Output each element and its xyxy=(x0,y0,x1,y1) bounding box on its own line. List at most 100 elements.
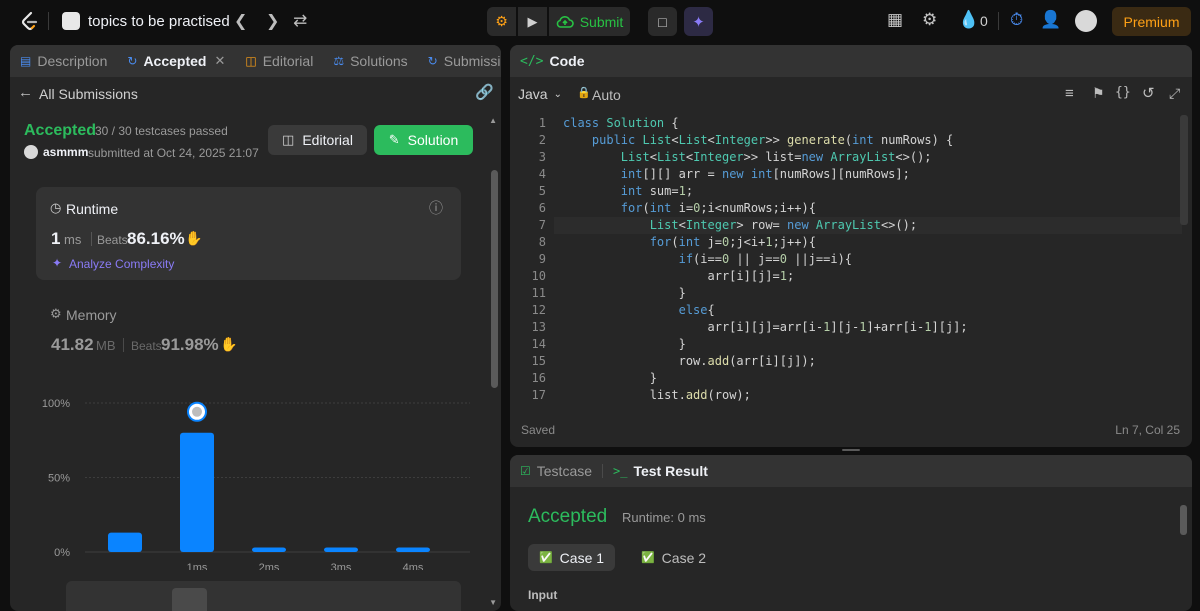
editorial-button[interactable]: ◫ Editorial xyxy=(268,125,367,155)
tab-solutions[interactable]: ⚖ Solutions xyxy=(323,45,417,77)
memory-beats-label: Beats xyxy=(131,339,162,353)
y-tick-label: 50% xyxy=(48,473,70,485)
next-problem-icon[interactable]: ❯ xyxy=(266,11,279,31)
tab-description[interactable]: ▤ Description xyxy=(10,45,117,77)
topbar-divider xyxy=(48,12,49,30)
tab-accepted[interactable]: ↻ Accepted ✕ xyxy=(117,45,235,77)
x-tick-label: 1ms xyxy=(187,562,208,570)
resize-handle[interactable] xyxy=(842,449,860,451)
code-text: row.add(arr[i][j]); xyxy=(563,354,816,368)
layout-icon[interactable]: ▦ xyxy=(887,10,903,30)
code-line[interactable]: 2 public List<List<Integer>> generate(in… xyxy=(510,132,1192,149)
runtime-card[interactable]: ◷ Runtime ⓘ 1 ms Beats 86.16% ✋ ✦ Analyz… xyxy=(36,187,461,280)
playlist-icon[interactable] xyxy=(62,12,80,30)
test-scrollbar[interactable] xyxy=(1180,505,1187,535)
code-line[interactable]: 11 } xyxy=(510,285,1192,302)
fire-icon[interactable]: 💧 xyxy=(958,10,979,30)
run-button[interactable]: ▶ xyxy=(518,7,547,36)
code-line[interactable]: 8 for(int j=0;j<i+1;j++){ xyxy=(510,234,1192,251)
code-line[interactable]: 7 List<Integer> row= new ArrayList<>(); xyxy=(510,217,1192,234)
top-bar: topics to be practised ❮ ❯ ⇄ ⚙ ▶ Submit … xyxy=(0,0,1200,42)
line-number: 7 xyxy=(538,218,546,232)
avatar[interactable] xyxy=(1075,10,1097,32)
runtime-distribution-chart: 100% 50% 0% 1ms 2ms 3ms 4ms xyxy=(42,398,470,570)
code-line[interactable]: 4 int[][] arr = new int[numRows][numRows… xyxy=(510,166,1192,183)
code-text: arr[i][j]=arr[i-1][j-1]+arr[i-1][j]; xyxy=(563,320,968,334)
timer-icon[interactable]: ⏱ xyxy=(1010,10,1023,30)
scroll-up-icon[interactable]: ▲ xyxy=(489,116,497,125)
debugger-button[interactable]: ⚙ xyxy=(487,7,516,36)
prev-problem-icon[interactable]: ❮ xyxy=(234,11,247,31)
code-line[interactable]: 16 } xyxy=(510,370,1192,387)
code-line[interactable]: 17 list.add(row); xyxy=(510,387,1192,404)
analyze-complexity-link[interactable]: Analyze Complexity xyxy=(69,257,174,271)
input-label: Input xyxy=(528,588,558,602)
tab-test-result[interactable]: >_ Test Result xyxy=(603,455,718,487)
code-line[interactable]: 6 for(int i=0;i<numRows;i++){ xyxy=(510,200,1192,217)
expand-icon[interactable]: ⤢ xyxy=(1169,85,1180,102)
case-tab-1[interactable]: ✅ Case 1 xyxy=(528,544,615,571)
solution-button[interactable]: ✎ Solution xyxy=(374,125,473,155)
ai-assist-button[interactable]: ✦ xyxy=(684,7,713,36)
braces-icon[interactable]: {} xyxy=(1115,85,1131,100)
code-line[interactable]: 1 class Solution { xyxy=(510,115,1192,132)
tab-testcase[interactable]: ☑ Testcase xyxy=(510,455,602,487)
code-editor[interactable]: 1 class Solution {2 public List<List<Inte… xyxy=(510,115,1192,405)
user-avatar-marker xyxy=(192,406,202,417)
add-friend-icon[interactable]: 👤 xyxy=(1040,10,1061,30)
user-avatar xyxy=(24,145,38,159)
memory-icon: ⚙ xyxy=(50,306,62,321)
code-line[interactable]: 15 row.add(arr[i][j]); xyxy=(510,353,1192,370)
info-icon[interactable]: ⓘ xyxy=(429,198,443,218)
playlist-title[interactable]: topics to be practised xyxy=(88,13,230,30)
scroll-down-icon[interactable]: ▼ xyxy=(489,598,497,607)
editorial-button-label: Editorial xyxy=(302,132,353,148)
bookmark-icon[interactable]: ⚑ xyxy=(1092,85,1105,102)
line-number: 6 xyxy=(538,201,546,215)
case-tab-2[interactable]: ✅ Case 2 xyxy=(630,544,717,571)
notes-button[interactable]: □ xyxy=(648,7,677,36)
mode-label[interactable]: Auto xyxy=(592,87,621,103)
code-line[interactable]: 13 arr[i][j]=arr[i-1][j-1]+arr[i-1][j]; xyxy=(510,319,1192,336)
scrollbar[interactable] xyxy=(491,170,498,388)
link-icon[interactable]: 🔗 xyxy=(475,83,494,101)
tab-label: Test Result xyxy=(633,463,708,479)
code-icon: </> xyxy=(520,53,544,69)
tab-editorial[interactable]: ◫ Editorial xyxy=(235,45,323,77)
username[interactable]: asmmm xyxy=(43,145,88,159)
submission-status: Accepted xyxy=(24,122,97,139)
submit-button[interactable]: Submit xyxy=(549,7,630,36)
settings-icon[interactable]: ⚙ xyxy=(922,10,937,30)
line-number: 3 xyxy=(538,150,546,164)
tab-label: Solutions xyxy=(350,53,408,69)
leetcode-logo[interactable] xyxy=(20,11,40,31)
close-icon[interactable]: ✕ xyxy=(214,53,225,69)
reset-icon[interactable]: ↺ xyxy=(1142,84,1155,102)
code-text: for(int j=0;j<i+1;j++){ xyxy=(649,235,816,249)
preview-block xyxy=(172,588,207,611)
saved-status: Saved xyxy=(521,423,556,437)
case-label: Case 1 xyxy=(559,549,605,566)
code-line[interactable]: 14 } xyxy=(510,336,1192,353)
submission-panel: ▤ Description ↻ Accepted ✕ ◫ Editorial ⚖… xyxy=(10,45,501,611)
code-line[interactable]: 9 if(i==0 || j==0 ||j==i){ xyxy=(510,251,1192,268)
line-number: 16 xyxy=(531,371,546,385)
code-line[interactable]: 5 int sum=1; xyxy=(510,183,1192,200)
language-select[interactable]: Java ⌄ xyxy=(518,86,562,102)
shuffle-icon[interactable]: ⇄ xyxy=(293,11,307,31)
cursor-position: Ln 7, Col 25 xyxy=(1115,423,1180,437)
code-text: } xyxy=(563,286,686,300)
all-submissions-link[interactable]: All Submissions xyxy=(39,86,138,102)
chevron-down-icon: ⌄ xyxy=(553,88,562,100)
code-line[interactable]: 3 List<List<Integer>> list=new ArrayList… xyxy=(510,149,1192,166)
code-text: List<Integer> row= new ArrayList<>(); xyxy=(649,218,918,232)
format-icon[interactable]: ≡ xyxy=(1065,85,1074,102)
code-line[interactable]: 10 arr[i][j]=1; xyxy=(510,268,1192,285)
code-line[interactable]: 12 else{ xyxy=(510,302,1192,319)
editor-scrollbar[interactable] xyxy=(1180,115,1188,225)
code-text: List<List<Integer>> list=new ArrayList<>… xyxy=(620,150,932,164)
memory-divider xyxy=(123,338,124,352)
tab-submissions[interactable]: ↻ Submission xyxy=(418,45,501,77)
premium-button[interactable]: Premium xyxy=(1112,7,1191,36)
back-arrow-icon[interactable]: ← xyxy=(18,84,33,101)
